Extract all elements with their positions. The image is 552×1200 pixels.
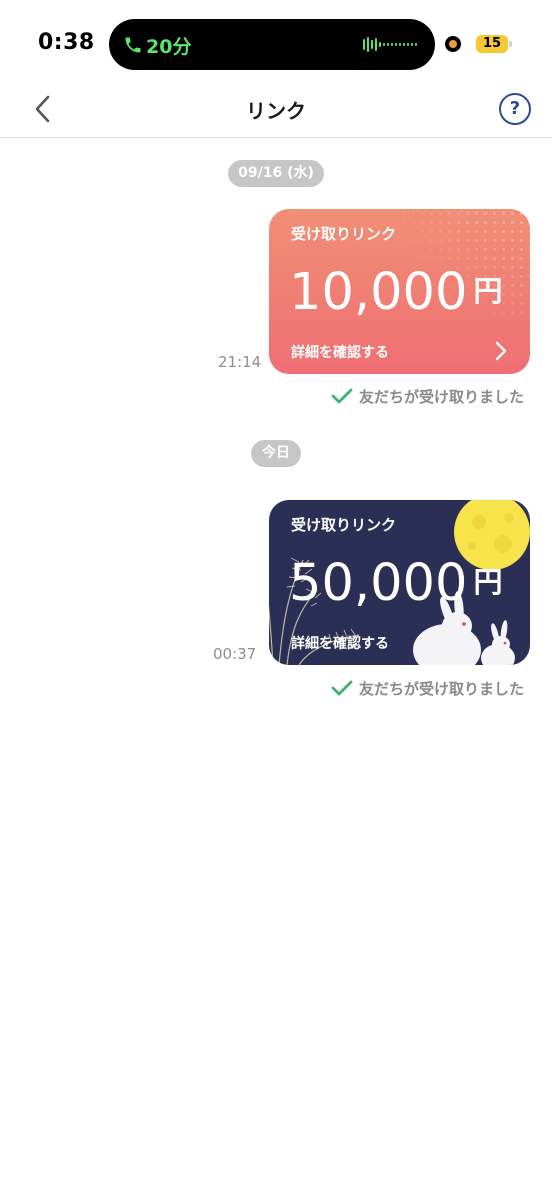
card-currency: 円 (473, 565, 503, 599)
status-time: 0:38 (38, 30, 95, 55)
dynamic-island[interactable]: 20分 (109, 19, 435, 70)
message-time: 21:14 (218, 353, 262, 371)
receipt-status: 友だちが受け取りました (331, 386, 524, 407)
question-icon[interactable]: ? (499, 93, 531, 125)
card-amount-row: 10,000 円 (289, 263, 502, 322)
message-time: 00:37 (213, 645, 257, 663)
card-detail-link[interactable]: 詳細を確認する (291, 633, 389, 653)
battery-icon: 15 (476, 35, 508, 53)
card-label: 受け取りリンク (291, 516, 397, 534)
status-bar: 0:38 20分 15 (0, 0, 552, 82)
battery-level: 15 (482, 36, 502, 51)
card-amount-row: 50,000 円 (289, 554, 502, 613)
card-detail-link[interactable]: 詳細を確認する (291, 342, 389, 362)
navigation-bar: リンク ? (0, 82, 552, 138)
phone-icon (125, 37, 141, 53)
receipt-text: 友だちが受け取りました (359, 680, 525, 698)
call-duration: 20分 (146, 36, 192, 58)
link-card[interactable]: 受け取りリンク 10,000 円 詳細を確認する (269, 209, 530, 374)
check-icon (331, 680, 353, 696)
card-currency: 円 (473, 274, 503, 308)
date-divider: 09/16 (水) (228, 160, 324, 187)
card-amount: 10,000 (289, 263, 468, 322)
link-card[interactable]: 受け取りリンク 50,000 円 詳細を確認する (269, 500, 530, 665)
card-amount: 50,000 (289, 554, 468, 613)
page-title: リンク (246, 99, 306, 123)
receipt-status: 友だちが受け取りました (331, 678, 524, 699)
recording-indicator-icon (445, 36, 461, 52)
check-icon (331, 388, 353, 404)
battery-cap (509, 41, 512, 47)
audio-waveform-icon (363, 37, 417, 52)
date-divider: 今日 (251, 440, 301, 467)
card-label: 受け取りリンク (291, 225, 397, 243)
chevron-right-icon (495, 341, 507, 361)
receipt-text: 友だちが受け取りました (359, 388, 525, 406)
